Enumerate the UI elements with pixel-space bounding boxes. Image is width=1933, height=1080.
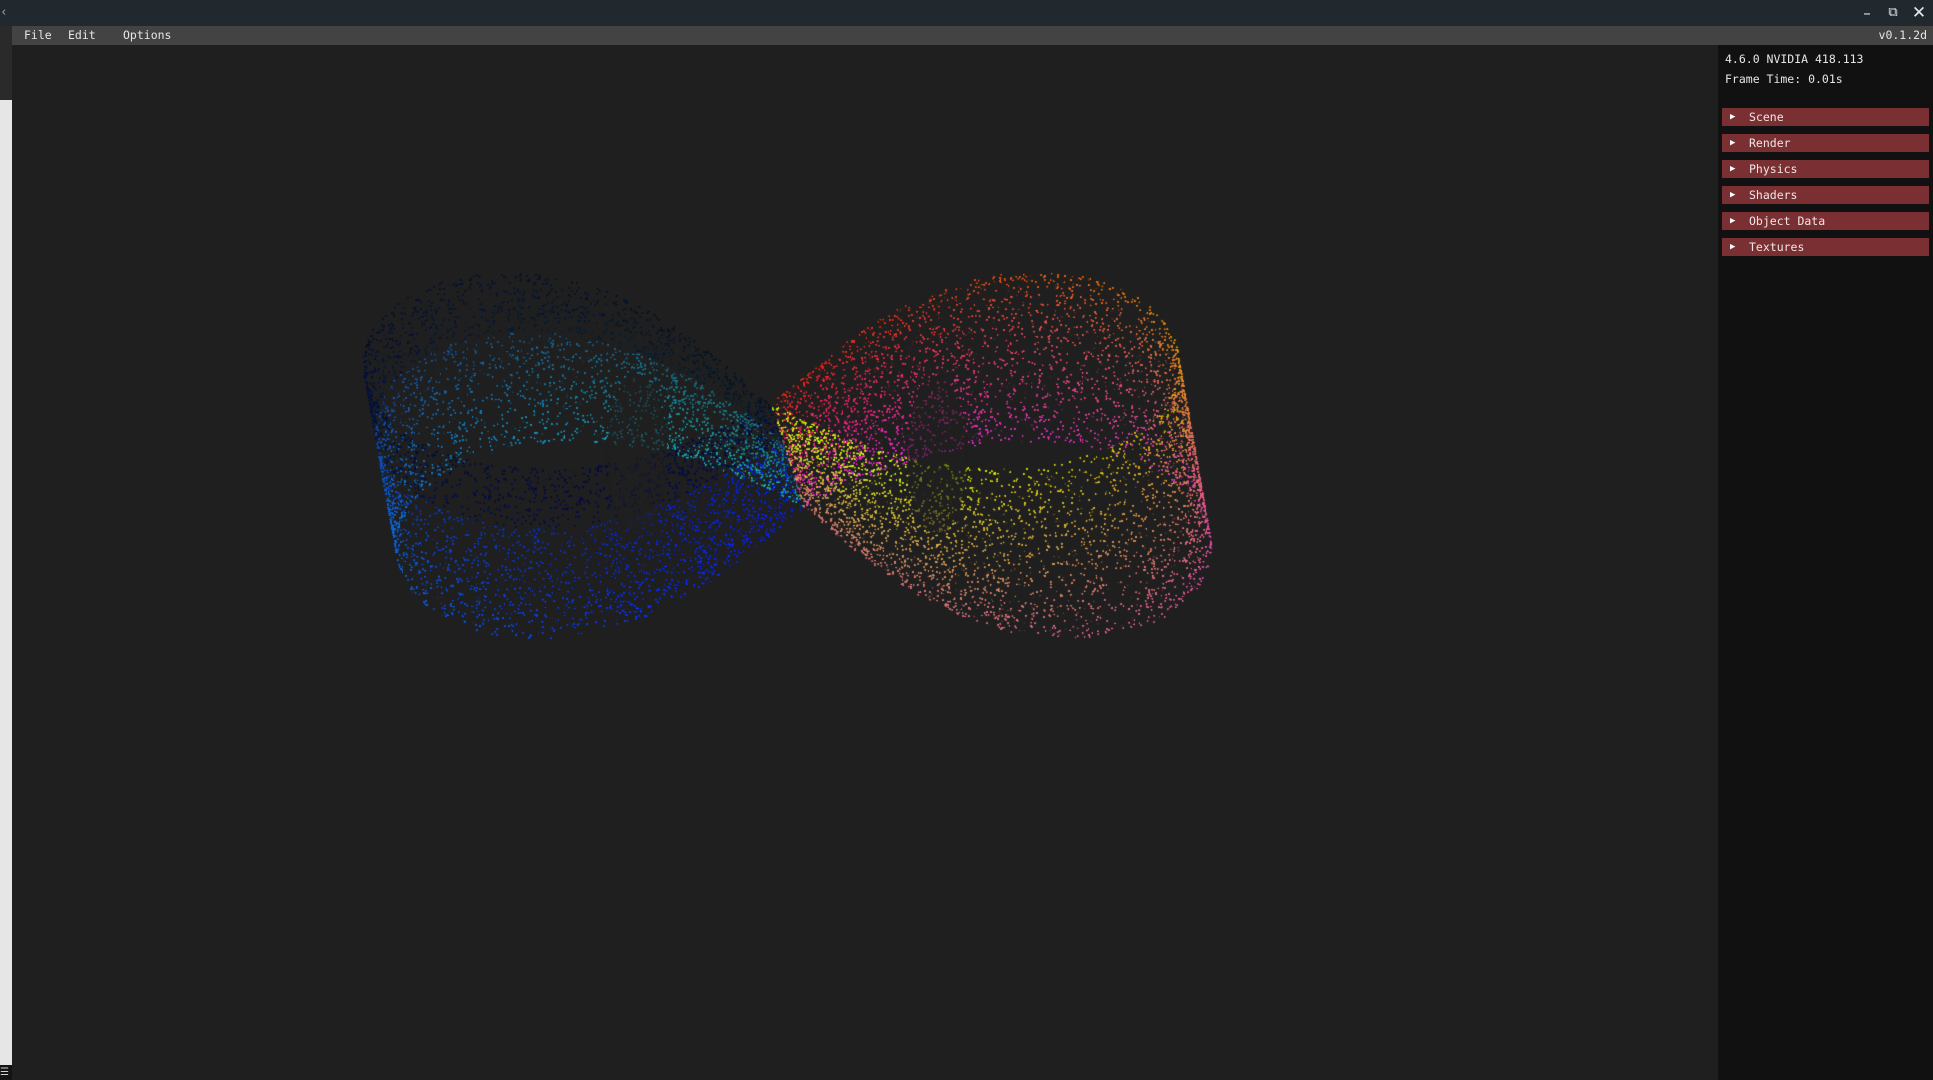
section-render[interactable]: ▶ Render: [1722, 134, 1929, 152]
section-label: Physics: [1749, 162, 1798, 176]
close-button[interactable]: ✕: [1906, 0, 1932, 26]
menu-file[interactable]: File: [18, 26, 58, 45]
gl-version-text: 4.6.0 NVIDIA 418.113: [1725, 52, 1864, 66]
expand-triangle-icon: ▶: [1730, 164, 1736, 174]
expand-triangle-icon: ▶: [1730, 190, 1736, 200]
expand-triangle-icon: ▶: [1730, 112, 1736, 122]
chevron-left-icon[interactable]: ‹: [0, 3, 10, 23]
left-edge-strip: ☰: [0, 26, 12, 1080]
section-label: Scene: [1749, 110, 1784, 124]
minimize-button[interactable]: –: [1854, 0, 1880, 26]
render-viewport[interactable]: [12, 45, 1718, 1080]
left-strip-tab: [0, 26, 12, 100]
expand-triangle-icon: ▶: [1730, 216, 1736, 226]
menu-options[interactable]: Options: [117, 26, 177, 45]
section-label: Render: [1749, 136, 1791, 150]
version-label: v0.1.2d: [1878, 28, 1927, 42]
section-textures[interactable]: ▶ Textures: [1722, 238, 1929, 256]
menu-edit[interactable]: Edit: [62, 26, 102, 45]
properties-panel: 4.6.0 NVIDIA 418.113 Frame Time: 0.01s ▶…: [1718, 45, 1933, 1080]
expand-triangle-icon: ▶: [1730, 242, 1736, 252]
frame-time-text: Frame Time: 0.01s: [1725, 72, 1843, 86]
section-physics[interactable]: ▶ Physics: [1722, 160, 1929, 178]
title-bar: ‹ – ⧉ ✕: [0, 0, 1933, 26]
section-object-data[interactable]: ▶ Object Data: [1722, 212, 1929, 230]
point-cloud-render[interactable]: [12, 45, 1718, 1080]
maximize-button[interactable]: ⧉: [1880, 0, 1906, 26]
menu-bar: File Edit Options v0.1.2d: [12, 26, 1933, 45]
app-window: ‹ – ⧉ ✕ ☰ File Edit Options v0.1.2d 4.6.…: [0, 0, 1933, 1080]
expand-triangle-icon: ▶: [1730, 138, 1736, 148]
section-scene[interactable]: ▶ Scene: [1722, 108, 1929, 126]
hamburger-icon[interactable]: ☰: [0, 1066, 10, 1080]
section-label: Shaders: [1749, 188, 1798, 202]
section-shaders[interactable]: ▶ Shaders: [1722, 186, 1929, 204]
section-label: Object Data: [1749, 214, 1826, 228]
left-strip-scrollbar[interactable]: [0, 100, 12, 1065]
section-label: Textures: [1749, 240, 1805, 254]
